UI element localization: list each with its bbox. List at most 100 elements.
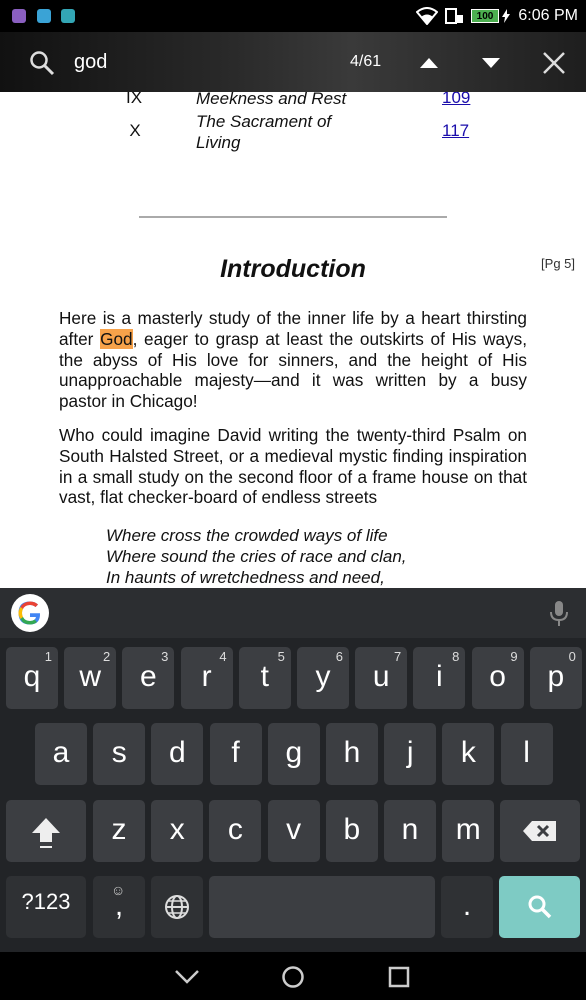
key-number-hint: 3 — [161, 649, 169, 664]
book-page[interactable]: IX Meekness and Rest 109 X The Sacrament… — [0, 92, 586, 588]
key-f[interactable]: f — [209, 723, 262, 785]
key-b[interactable]: b — [325, 800, 378, 862]
recents-nav-button[interactable] — [388, 966, 410, 988]
key-m[interactable]: m — [442, 800, 495, 862]
key-label: i — [436, 660, 443, 693]
key-d[interactable]: d — [151, 723, 204, 785]
poem-line: Where sound the cries of race and clan, — [106, 546, 407, 566]
key-h[interactable]: h — [326, 723, 378, 785]
period-key[interactable]: . — [441, 876, 493, 938]
backspace-key[interactable] — [500, 800, 580, 862]
search-input[interactable]: god — [74, 51, 107, 74]
key-number-hint: 0 — [568, 649, 576, 664]
wifi-icon — [416, 7, 438, 25]
key-u[interactable]: u7 — [355, 647, 408, 709]
search-action-icon — [528, 895, 552, 919]
toc-chapter-number: IX — [125, 92, 143, 107]
key-e[interactable]: e3 — [122, 647, 175, 709]
charging-icon — [502, 9, 510, 23]
poem-line: Where cross the crowded ways of life — [106, 526, 388, 545]
page-marker: [Pg 5] — [541, 256, 575, 271]
key-q[interactable]: q1 — [6, 647, 58, 709]
backspace-icon — [523, 821, 556, 841]
app-notification-icon-1 — [12, 9, 26, 23]
key-label: h — [343, 736, 361, 769]
clock: 6:06 PM — [518, 7, 578, 24]
language-key[interactable] — [151, 876, 203, 938]
next-match-button[interactable] — [480, 56, 502, 70]
app-notification-icon-3 — [61, 9, 75, 23]
status-bar: 100 6:06 PM — [0, 0, 586, 32]
key-t[interactable]: t5 — [238, 647, 291, 709]
emoji-icon: ☺ — [111, 882, 126, 898]
key-c[interactable]: c — [209, 800, 262, 862]
key-p[interactable]: p0 — [529, 647, 582, 709]
key-v[interactable]: v — [267, 800, 320, 862]
key-label: f — [231, 736, 240, 769]
key-label: ?123 — [21, 889, 71, 914]
google-logo-button[interactable] — [11, 594, 49, 632]
key-label: e — [140, 660, 157, 693]
comma-key[interactable]: , ☺ — [93, 876, 145, 938]
key-number-hint: 7 — [393, 649, 402, 664]
key-label: s — [111, 736, 127, 769]
key-r[interactable]: r4 — [180, 647, 233, 709]
globe-icon — [165, 895, 189, 919]
key-label: t — [260, 660, 269, 693]
section-divider — [139, 216, 447, 218]
paragraph: Who could imagine David writing the twen… — [59, 425, 527, 508]
key-z[interactable]: z — [93, 800, 145, 862]
toc-page-link[interactable]: 117 — [442, 121, 469, 141]
home-nav-button[interactable] — [281, 965, 305, 989]
search-icon — [30, 51, 55, 76]
navigation-bar — [0, 952, 586, 1000]
key-a[interactable]: a — [35, 723, 87, 785]
poem-block: Where cross the crowded ways of life Whe… — [106, 526, 407, 588]
back-nav-button[interactable] — [174, 969, 200, 985]
toc-title-line: Living — [196, 133, 241, 152]
google-g-icon — [18, 601, 41, 625]
toc-chapter-number: X — [129, 121, 141, 140]
key-j[interactable]: j — [384, 723, 437, 785]
toc-chapter-title: Meekness and Rest — [196, 92, 347, 108]
key-i[interactable]: i8 — [413, 647, 466, 709]
key-x[interactable]: x — [151, 800, 204, 862]
close-search-button[interactable] — [542, 51, 566, 75]
search-key[interactable] — [499, 876, 580, 938]
previous-match-button[interactable] — [418, 56, 440, 70]
key-number-hint: 1 — [44, 649, 52, 664]
key-label: j — [406, 736, 414, 769]
key-label: b — [343, 813, 361, 846]
key-label: y — [315, 660, 331, 693]
key-y[interactable]: y6 — [297, 647, 349, 709]
key-g[interactable]: g — [267, 723, 320, 785]
key-o[interactable]: o9 — [471, 647, 524, 709]
toc-row: IX Meekness and Rest 109 — [0, 92, 586, 112]
shift-key[interactable] — [6, 800, 86, 862]
key-n[interactable]: n — [384, 800, 436, 862]
chapter-heading: Introduction — [220, 255, 366, 283]
app-notification-icon-2 — [37, 9, 51, 23]
key-k[interactable]: k — [442, 723, 495, 785]
key-number-hint: 2 — [102, 649, 111, 664]
toc-page-link[interactable]: 109 — [442, 92, 470, 108]
key-label: d — [169, 736, 186, 769]
toc-title-line: The Sacrament of — [196, 112, 332, 131]
key-l[interactable]: l — [500, 723, 553, 785]
paragraph: Here is a masterly study of the inner li… — [59, 308, 527, 412]
key-number-hint: 5 — [277, 649, 285, 664]
key-label: x — [169, 813, 185, 846]
match-counter: 4/61 — [350, 53, 382, 70]
find-in-book-bar: god 4/61 — [0, 32, 586, 92]
space-bar[interactable] — [209, 876, 435, 938]
key-label: g — [285, 736, 303, 769]
key-label: c — [227, 813, 243, 846]
key-label: p — [547, 660, 565, 693]
microphone-icon[interactable] — [549, 600, 569, 628]
toc-row: X The Sacrament of Living 117 — [0, 111, 586, 155]
symbols-key[interactable]: ?123 — [6, 876, 86, 938]
poem-line: In haunts of wretchedness and need, — [106, 567, 385, 587]
key-s[interactable]: s — [93, 723, 146, 785]
key-number-hint: 8 — [452, 649, 460, 664]
key-w[interactable]: w2 — [64, 647, 117, 709]
